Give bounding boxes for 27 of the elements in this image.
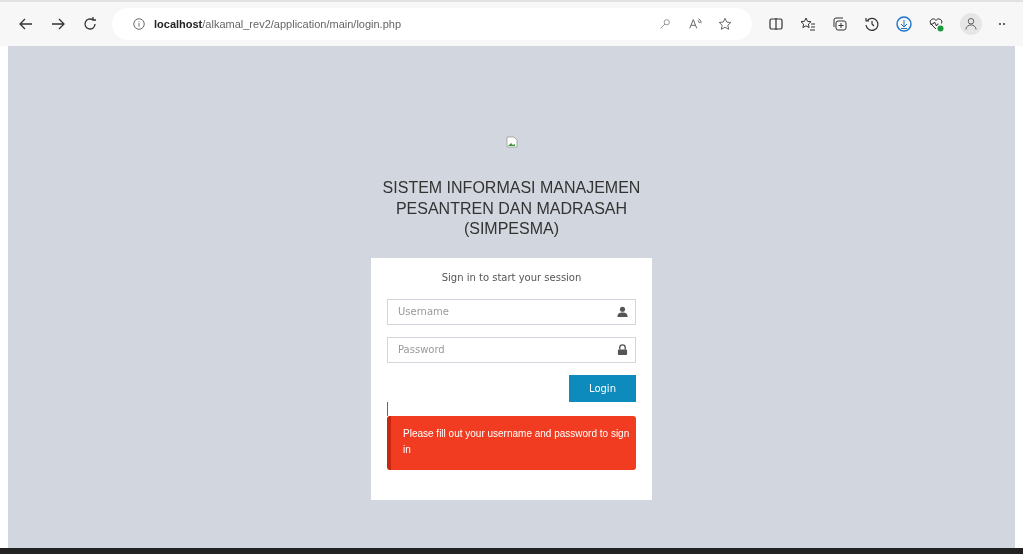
back-icon[interactable] [18,16,34,32]
url-text: localhost/alkamal_rev2/application/main/login.php [154,18,402,30]
lock-icon [617,343,628,355]
error-alert: Please fill out your username and password to sign in [387,415,636,470]
address-bar[interactable]: localhost/alkamal_rev2/application/main/login.php [112,8,752,40]
user-icon [617,305,628,317]
login-message: Sign in to start your session [440,271,583,283]
text-cursor [387,401,388,416]
login-button[interactable]: Login [569,374,636,402]
app-title-line: (SIMPESMA) [463,219,560,239]
star-icon[interactable] [718,17,732,31]
profile-icon[interactable] [960,13,982,35]
refresh-icon[interactable] [82,16,98,32]
broken-image-icon [505,136,518,148]
read-aloud-icon[interactable] [688,17,702,31]
username-field[interactable]: Username [387,298,636,325]
forward-icon[interactable] [50,16,66,32]
split-screen-icon[interactable] [768,16,784,32]
download-icon[interactable] [896,16,912,32]
collections-icon[interactable] [832,16,848,32]
password-field[interactable]: Password [387,336,636,363]
favorites-icon[interactable] [800,16,816,32]
app-title-line: PESANTREN DAN MADRASAH [395,198,628,219]
health-icon[interactable] [928,16,944,32]
info-icon[interactable] [132,17,146,31]
history-icon[interactable] [864,16,880,32]
app-title-line: SISTEM INFORMASI MANAJEMEN [382,178,641,198]
